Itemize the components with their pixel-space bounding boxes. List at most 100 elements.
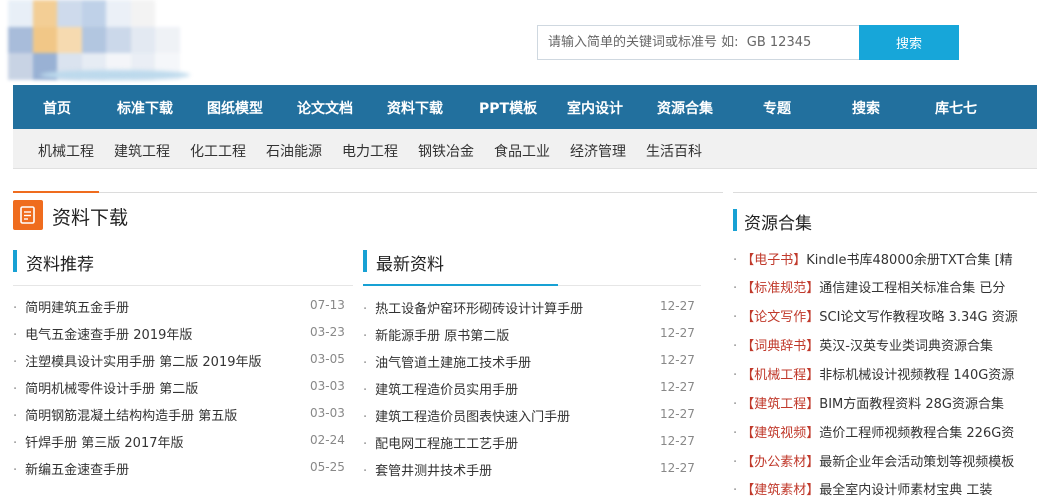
list-item-date: 03-03 xyxy=(310,379,345,393)
document-icon xyxy=(13,200,43,230)
list-item-date: 12-27 xyxy=(660,407,695,421)
subnav-item-mechanical[interactable]: 机械工程 xyxy=(38,141,94,161)
collection-tag: 【建筑视频】 xyxy=(741,426,820,441)
list-item-title[interactable]: 简明机械零件设计手册 第二版 xyxy=(25,382,198,397)
subnav-item-construction[interactable]: 建筑工程 xyxy=(114,141,170,161)
collection-item[interactable]: · 【建筑视频】造价工程师视频教程合集 226G资 xyxy=(733,422,1037,441)
collection-tag: 【办公素材】 xyxy=(741,455,820,470)
subnav-item-food[interactable]: 食品工业 xyxy=(494,141,550,161)
list-item-date: 05-25 xyxy=(310,460,345,474)
list-item-title[interactable]: 简明钢筋混凝土结构构造手册 第五版 xyxy=(25,409,237,424)
section-divider-accent xyxy=(13,191,99,193)
list-item[interactable]: · 简明机械零件设计手册 第二版 xyxy=(13,378,198,397)
list-item[interactable]: · 建筑工程造价员实用手册 xyxy=(363,379,518,398)
list-item-title[interactable]: 钎焊手册 第三版 2017年版 xyxy=(25,436,183,451)
nav-item-collections[interactable]: 资源合集 xyxy=(657,98,713,118)
collection-item[interactable]: · 【标准规范】通信建设工程相关标准合集 已分 xyxy=(733,277,1037,296)
search-bar: 搜索 xyxy=(537,25,959,60)
collection-tag: 【建筑工程】 xyxy=(741,397,820,412)
list-item[interactable]: · 建筑工程造价员图表快速入门手册 xyxy=(363,406,570,425)
list-item[interactable]: · 注塑模具设计实用手册 第二版 2019年版 xyxy=(13,351,262,370)
collection-text[interactable]: 最新企业年会活动策划等视频模板 xyxy=(819,455,1014,470)
list-item[interactable]: · 热工设备炉窑环形砌砖设计计算手册 xyxy=(363,298,583,317)
nav-item-papers[interactable]: 论文文档 xyxy=(297,98,353,118)
nav-item-home[interactable]: 首页 xyxy=(43,98,71,118)
nav-item-downloads[interactable]: 资料下载 xyxy=(387,98,443,118)
subnav-item-petroleum[interactable]: 石油能源 xyxy=(266,141,322,161)
collection-text[interactable]: 最全室内设计师素材宝典 工装 xyxy=(819,483,992,498)
collection-item[interactable]: · 【机械工程】非标机械设计视频教程 140G资源 xyxy=(733,364,1037,383)
subnav-item-economy[interactable]: 经济管理 xyxy=(570,141,626,161)
list-item-title[interactable]: 注塑模具设计实用手册 第二版 2019年版 xyxy=(25,355,261,370)
recommend-title-bar xyxy=(13,250,17,272)
list-item-title[interactable]: 建筑工程造价员实用手册 xyxy=(375,383,518,398)
logo-swoosh xyxy=(40,70,190,80)
subnav-item-life[interactable]: 生活百科 xyxy=(646,141,702,161)
main-nav: 首页 标准下载 图纸模型 论文文档 资料下载 PPT模板 室内设计 资源合集 专… xyxy=(13,85,1037,129)
list-item[interactable]: · 配电网工程施工工艺手册 xyxy=(363,433,518,452)
collection-item[interactable]: · 【词典辞书】英汉-汉英专业类词典资源合集 xyxy=(733,335,1037,354)
list-item[interactable]: · 套管井测井技术手册 xyxy=(363,460,492,479)
collection-text[interactable]: BIM方面教程资料 28G资源合集 xyxy=(819,397,1004,412)
subnav-item-chemical[interactable]: 化工工程 xyxy=(190,141,246,161)
collection-text[interactable]: Kindle书库48000余册TXT合集 [精 xyxy=(806,253,1012,268)
search-input[interactable] xyxy=(537,25,859,60)
latest-divider-accent xyxy=(363,284,558,286)
list-item-title[interactable]: 电气五金速查手册 2019年版 xyxy=(25,328,192,343)
collection-tag: 【论文写作】 xyxy=(741,310,820,325)
logo-mosaic xyxy=(8,0,204,80)
nav-item-ppt[interactable]: PPT模板 xyxy=(479,98,537,118)
collection-text[interactable]: 英汉-汉英专业类词典资源合集 xyxy=(819,339,993,354)
list-item[interactable]: · 新能源手册 原书第二版 xyxy=(363,325,509,344)
list-item-title[interactable]: 热工设备炉窑环形砌砖设计计算手册 xyxy=(375,302,583,317)
collections-title: 资源合集 xyxy=(744,214,812,234)
list-item-date: 12-27 xyxy=(660,461,695,475)
list-item-title[interactable]: 简明建筑五金手册 xyxy=(25,301,129,316)
list-item[interactable]: · 电气五金速查手册 2019年版 xyxy=(13,324,192,343)
collections-title-bar xyxy=(733,209,737,231)
search-button[interactable]: 搜索 xyxy=(859,25,959,60)
list-item-date: 12-27 xyxy=(660,380,695,394)
list-item-title[interactable]: 油气管道土建施工技术手册 xyxy=(375,356,531,371)
collection-text[interactable]: 非标机械设计视频教程 140G资源 xyxy=(819,368,1014,383)
list-item[interactable]: · 油气管道土建施工技术手册 xyxy=(363,352,531,371)
list-item-date: 12-27 xyxy=(660,326,695,340)
subnav-item-power[interactable]: 电力工程 xyxy=(342,141,398,161)
collection-tag: 【词典辞书】 xyxy=(741,339,820,354)
subnav-item-steel[interactable]: 钢铁冶金 xyxy=(418,141,474,161)
collection-text[interactable]: 造价工程师视频教程合集 226G资 xyxy=(819,426,1014,441)
list-item-title[interactable]: 建筑工程造价员图表快速入门手册 xyxy=(375,410,570,425)
list-item-date: 03-23 xyxy=(310,325,345,339)
collection-tag: 【机械工程】 xyxy=(741,368,820,383)
collection-text[interactable]: 通信建设工程相关标准合集 已分 xyxy=(819,281,1005,296)
nav-item-drawings[interactable]: 图纸模型 xyxy=(207,98,263,118)
recommend-title: 资料推荐 xyxy=(26,255,94,275)
nav-item-search[interactable]: 搜索 xyxy=(852,98,880,118)
list-item-date: 03-05 xyxy=(310,352,345,366)
list-item[interactable]: · 简明建筑五金手册 xyxy=(13,297,129,316)
collection-tag: 【建筑素材】 xyxy=(741,483,820,498)
list-item[interactable]: · 钎焊手册 第三版 2017年版 xyxy=(13,432,184,451)
collection-item[interactable]: · 【建筑工程】BIM方面教程资料 28G资源合集 xyxy=(733,393,1037,412)
recommend-divider xyxy=(13,285,353,286)
section-divider xyxy=(13,192,723,193)
list-item-date: 02-24 xyxy=(310,433,345,447)
list-item-title[interactable]: 配电网工程施工工艺手册 xyxy=(375,437,518,452)
nav-item-ku77[interactable]: 库七七 xyxy=(935,98,977,118)
collection-text[interactable]: SCI论文写作教程攻略 3.34G 资源 xyxy=(819,310,1017,325)
list-item-title[interactable]: 新能源手册 原书第二版 xyxy=(375,329,509,344)
list-item-title[interactable]: 套管井测井技术手册 xyxy=(375,464,492,479)
list-item-title[interactable]: 新编五金速查手册 xyxy=(25,463,129,478)
collection-item[interactable]: · 【办公素材】最新企业年会活动策划等视频模板 xyxy=(733,451,1037,470)
latest-title: 最新资料 xyxy=(376,255,444,275)
collections-divider xyxy=(733,192,1037,193)
list-item[interactable]: · 简明钢筋混凝土结构构造手册 第五版 xyxy=(13,405,237,424)
nav-item-standards[interactable]: 标准下载 xyxy=(117,98,173,118)
collection-item[interactable]: · 【电子书】Kindle书库48000余册TXT合集 [精 xyxy=(733,249,1037,268)
collection-item[interactable]: · 【论文写作】SCI论文写作教程攻略 3.34G 资源 xyxy=(733,306,1037,325)
nav-item-topics[interactable]: 专题 xyxy=(763,98,791,118)
list-item[interactable]: · 新编五金速查手册 xyxy=(13,459,129,478)
list-item-date: 12-27 xyxy=(660,299,695,313)
nav-item-interior[interactable]: 室内设计 xyxy=(567,98,623,118)
list-item-date: 07-13 xyxy=(310,298,345,312)
